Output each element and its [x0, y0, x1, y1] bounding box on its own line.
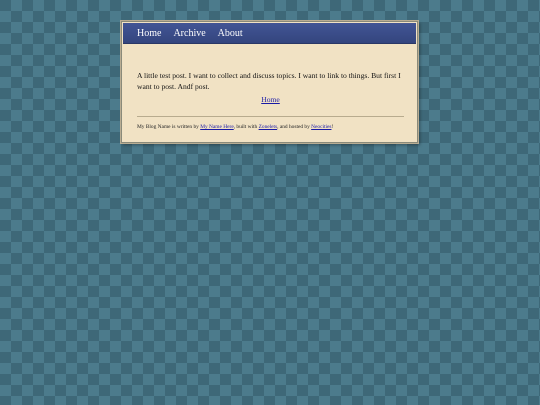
blog-container: Home Archive About A little test post. I… [121, 21, 418, 143]
footer-zonelets-link[interactable]: Zonelets [259, 124, 278, 130]
nav-link-archive[interactable]: Archive [173, 28, 205, 39]
footer-middle2-text: , and hosted by [277, 124, 312, 130]
post-body-text: A little test post. I want to collect an… [137, 70, 401, 91]
footer-middle-text: , built with [233, 124, 259, 130]
footer-prefix-text: My Blog Name is written by [137, 124, 201, 130]
home-link-container: Home [122, 95, 419, 104]
footer-neocities-link[interactable]: Neocities [311, 124, 331, 130]
home-link[interactable]: Home [261, 95, 280, 104]
footer-suffix-text: ! [331, 124, 334, 130]
footer-divider [137, 116, 404, 117]
nav-link-home[interactable]: Home [137, 28, 161, 39]
footer: My Blog Name is written by My Name Here,… [137, 123, 407, 131]
nav-link-about[interactable]: About [218, 28, 243, 39]
footer-author-link[interactable]: My Name Here [200, 124, 234, 130]
top-nav-bar: Home Archive About [123, 23, 416, 44]
